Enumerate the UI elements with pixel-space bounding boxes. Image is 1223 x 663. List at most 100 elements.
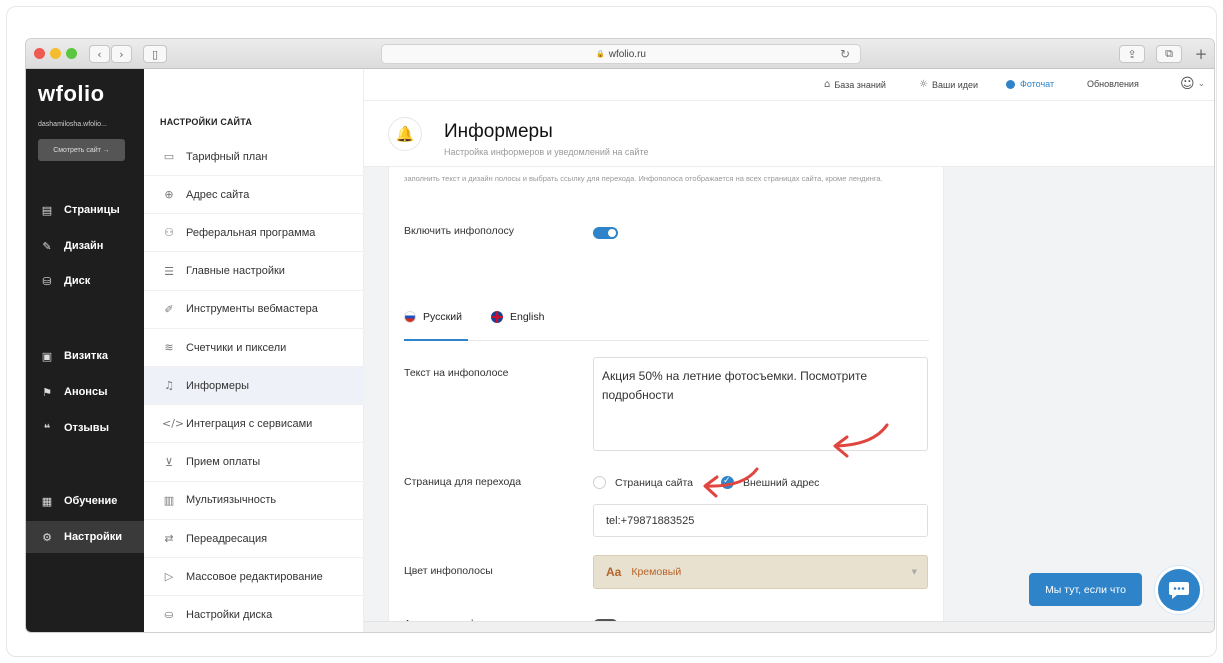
user-domain: dashamilosha.wfolio... (38, 121, 107, 128)
brush-icon: ✎ (42, 239, 52, 253)
settings-item-1[interactable]: ⊕ Адрес сайта (144, 176, 364, 215)
nav-item-3[interactable]: ▣ Визитка (26, 340, 144, 372)
nav-item-label: Диск (64, 275, 91, 287)
logo[interactable]: wfolio (38, 81, 105, 107)
address-bar[interactable]: 🔒 wfolio.ru ↻ (381, 44, 861, 64)
settings-item-label: Интеграция с сервисами (186, 417, 313, 430)
referral-icon: ⚇ (164, 226, 174, 240)
horizontal-scrollbar[interactable] (364, 621, 1214, 632)
settings-item-11[interactable]: ▷ Массовое редактирование (144, 558, 364, 597)
chart-icon: ≋ (164, 341, 174, 354)
ideas-label: Ваши идеи (931, 79, 979, 90)
new-tab-button[interactable]: + (1190, 45, 1212, 63)
maximize-window-icon[interactable] (66, 48, 77, 59)
account-menu[interactable]: ☺ ⌄ (1180, 76, 1205, 92)
settings-item-10[interactable]: ⇄ Переадресация (144, 520, 364, 558)
photochat-link[interactable]: Фоточат (1006, 79, 1054, 89)
url-text: wfolio.ru (608, 48, 646, 60)
sidebar-toggle-button[interactable]: ▯ (143, 45, 167, 63)
forward-icon: › (119, 47, 124, 61)
forward-button[interactable]: › (111, 45, 132, 63)
reload-icon[interactable]: ↻ (840, 47, 850, 61)
nav-item-4[interactable]: ⚑ Анонсы (26, 376, 144, 408)
code-icon: </> (162, 417, 185, 431)
back-icon: ‹ (97, 47, 102, 61)
nav-item-5[interactable]: ❝ Отзывы (26, 412, 144, 444)
bell-icon: ♫ (164, 379, 174, 393)
redirect-icon: ⇄ (164, 532, 174, 545)
tab-russian[interactable]: Русский (404, 311, 462, 323)
external-link-input[interactable]: tel:+79871883525 (593, 504, 928, 537)
settings-item-0[interactable]: ▭ Тарифный план (144, 138, 364, 176)
color-label: Цвет инфополосы (404, 565, 493, 577)
radio-checked-icon: ✓ (721, 476, 734, 489)
disk-icon: ⛁ (42, 274, 52, 288)
share-button[interactable]: ⇪ (1119, 45, 1145, 63)
settings-item-label: Тарифный план (186, 150, 268, 163)
settings-item-6[interactable]: ♫ Информеры (144, 367, 364, 406)
nav-item-label: Страницы (64, 204, 120, 216)
nav-item-label: Дизайн (64, 240, 104, 252)
color-select[interactable]: Aa Кремовый ▼ (593, 555, 928, 589)
radio-site-page[interactable]: Страница сайта (593, 476, 693, 489)
nav-item-label: Визитка (64, 350, 108, 362)
page-icon: ▤ (41, 203, 53, 217)
settings-item-label: Переадресация (186, 532, 268, 545)
settings-item-7[interactable]: </> Интеграция с сервисами (144, 405, 364, 444)
enable-toggle[interactable] (593, 227, 618, 239)
settings-item-label: Массовое редактирование (186, 570, 323, 583)
settings-item-label: Главные настройки (186, 265, 285, 278)
back-button[interactable]: ‹ (89, 45, 110, 63)
nav-item-2[interactable]: ⛁ Диск (26, 265, 144, 297)
photochat-icon (1006, 79, 1015, 89)
tab-english-label: English (510, 311, 545, 323)
cart-icon: ⊻ (164, 455, 174, 469)
nav-item-1[interactable]: ✎ Дизайн (26, 230, 144, 262)
radio-external-address[interactable]: ✓ Внешний адрес (721, 476, 819, 489)
ideas-link[interactable]: ☼ Ваши идеи (919, 79, 978, 90)
minimize-window-icon[interactable] (50, 48, 61, 59)
chat-invite-button[interactable]: Мы тут, если что (1029, 573, 1142, 606)
tariff-icon: ▭ (163, 150, 175, 163)
updates-label: Обновления (1087, 79, 1139, 89)
disk-settings-icon: ⛀ (164, 608, 174, 622)
view-site-button[interactable]: Смотреть сайт → (38, 139, 125, 161)
knowledge-base-label: База знаний (834, 79, 886, 90)
nav-item-6[interactable]: ▦ Обучение (26, 485, 144, 517)
chat-icon (1169, 582, 1189, 599)
toggle-knob (608, 229, 616, 237)
settings-item-12[interactable]: ⛀ Настройки диска (144, 596, 364, 632)
graduation-cap-icon: ⌂ (824, 79, 831, 90)
radio-unchecked-icon (593, 476, 606, 489)
nav-item-label: Обучение (64, 495, 118, 507)
plus-icon: + (1194, 45, 1208, 63)
nav-item-0[interactable]: ▤ Страницы (26, 194, 144, 226)
nav-item-7[interactable]: ⚙ Настройки (26, 521, 144, 553)
form-description: заполнить текст и дизайн полосы и выбрат… (404, 174, 883, 183)
tabs-button[interactable]: ⧉ (1156, 45, 1182, 63)
tabs-divider (404, 340, 929, 341)
text-label: Текст на инфополосе (404, 367, 509, 379)
settings-item-9[interactable]: ▥ Мультиязычность (144, 482, 364, 520)
gear-icon: ⚙ (42, 530, 52, 544)
settings-item-4[interactable]: ✐ Инструменты вебмастера (144, 291, 364, 329)
globe-icon: ⊕ (164, 188, 174, 202)
sidebar-icon: ▯ (151, 47, 159, 61)
settings-item-8[interactable]: ⊻ Прием оплаты (144, 444, 364, 482)
photochat-label: Фоточат (1020, 79, 1055, 89)
radio-site-page-label: Страница сайта (615, 476, 693, 489)
tab-english[interactable]: English (491, 311, 544, 323)
settings-title: НАСТРОЙКИ САЙТА (160, 117, 253, 127)
knowledge-base-link[interactable]: ⌂ База знаний (824, 79, 886, 90)
infobar-text-input[interactable]: Акция 50% на летние фотосъемки. Посмотри… (593, 357, 928, 451)
close-window-icon[interactable] (34, 48, 45, 59)
chat-open-button[interactable] (1155, 566, 1203, 614)
tab-russian-label: Русский (423, 311, 462, 323)
updates-link[interactable]: Обновления (1087, 79, 1139, 89)
settings-item-5[interactable]: ≋ Счетчики и пиксели (144, 329, 364, 367)
settings-item-2[interactable]: ⚇ Реферальная программа (144, 214, 364, 253)
active-tab-underline (404, 339, 468, 341)
settings-item-3[interactable]: ☰ Главные настройки (144, 253, 364, 291)
language-icon: ▥ (163, 493, 175, 507)
wrench-icon: ✐ (164, 302, 174, 316)
